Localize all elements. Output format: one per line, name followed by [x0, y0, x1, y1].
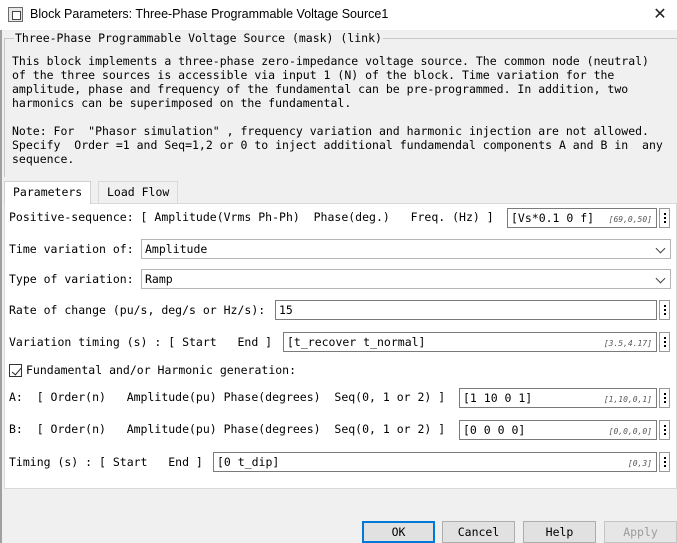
- chevron-down-icon: [655, 243, 666, 254]
- variation-timing-label: Variation timing (s) : [ Start End ]: [9, 335, 273, 349]
- help-button[interactable]: Help: [523, 521, 596, 543]
- ok-button[interactable]: OK: [362, 521, 435, 543]
- timing-label: Timing (s) : [ Start End ]: [9, 455, 203, 469]
- harmonic-generation-label: Fundamental and/or Harmonic generation:: [26, 363, 297, 377]
- mask-note: Note: For "Phasor simulation" , frequenc…: [12, 124, 663, 166]
- chevron-down-icon: [655, 273, 666, 284]
- window-left-edge: [0, 30, 2, 543]
- harmonic-generation-checkbox[interactable]: [9, 364, 22, 377]
- tab-parameters[interactable]: Parameters: [4, 181, 92, 204]
- apply-button[interactable]: Apply: [604, 521, 677, 543]
- harmonic-b-value: [0 0 0 0]: [463, 423, 526, 437]
- harmonic-a-menu-icon[interactable]: [659, 388, 670, 408]
- variation-timing-field[interactable]: [t_recover t_normal] [3.5,4.17]: [283, 332, 657, 352]
- harmonic-b-menu-icon[interactable]: [659, 420, 670, 440]
- rate-of-change-menu-icon[interactable]: [659, 300, 670, 320]
- variation-timing-value: [t_recover t_normal]: [287, 335, 426, 349]
- positive-sequence-hint: [69,0,50]: [608, 215, 652, 224]
- tab-load-flow[interactable]: Load Flow: [98, 181, 179, 203]
- positive-sequence-menu-icon[interactable]: [659, 208, 670, 228]
- harmonic-a-value: [1 10 0 1]: [463, 391, 533, 405]
- type-of-variation-value: Ramp: [145, 272, 173, 286]
- title-bar: Block Parameters: Three-Phase Programmab…: [0, 0, 677, 30]
- variation-timing-menu-icon[interactable]: [659, 332, 670, 352]
- harmonic-b-label: B: [ Order(n) Amplitude(pu) Phase(degree…: [9, 422, 446, 436]
- harmonic-a-field[interactable]: [1 10 0 1] [1,10,0,1]: [459, 388, 657, 408]
- window-title: Block Parameters: Three-Phase Programmab…: [30, 7, 389, 21]
- time-variation-label: Time variation of:: [9, 242, 134, 256]
- timing-value: [0 t_dip]: [217, 455, 280, 469]
- close-icon[interactable]: ✕: [643, 0, 677, 30]
- harmonic-b-field[interactable]: [0 0 0 0] [0,0,0,0]: [459, 420, 657, 440]
- harmonic-a-hint: [1,10,0,1]: [603, 395, 652, 404]
- rate-of-change-field[interactable]: 15: [275, 300, 657, 320]
- positive-sequence-field[interactable]: [Vs*0.1 0 f] [69,0,50]: [507, 208, 657, 228]
- harmonic-b-hint: [0,0,0,0]: [608, 427, 652, 436]
- timing-field[interactable]: [0 t_dip] [0,3]: [213, 452, 657, 472]
- rate-of-change-value: 15: [279, 303, 293, 317]
- type-of-variation-select[interactable]: Ramp: [141, 269, 671, 289]
- cancel-button[interactable]: Cancel: [442, 521, 515, 543]
- positive-sequence-value: [Vs*0.1 0 f]: [511, 211, 595, 225]
- harmonic-a-label: A: [ Order(n) Amplitude(pu) Phase(degree…: [9, 390, 446, 404]
- positive-sequence-label: Positive-sequence: [ Amplitude(Vrms Ph-P…: [9, 210, 494, 224]
- parameters-panel: Positive-sequence: [ Amplitude(Vrms Ph-P…: [4, 203, 677, 489]
- rate-of-change-label: Rate of change (pu/s, deg/s or Hz/s):: [9, 303, 266, 317]
- mask-title: Three-Phase Programmable Voltage Source …: [14, 31, 383, 45]
- type-of-variation-label: Type of variation:: [9, 272, 134, 286]
- variation-timing-hint: [3.5,4.17]: [603, 339, 652, 348]
- time-variation-value: Amplitude: [145, 242, 208, 256]
- timing-menu-icon[interactable]: [659, 452, 670, 472]
- timing-hint: [0,3]: [627, 459, 652, 468]
- mask-description: This block implements a three-phase zero…: [12, 54, 649, 110]
- block-app-icon: [8, 7, 23, 22]
- time-variation-select[interactable]: Amplitude: [141, 239, 671, 259]
